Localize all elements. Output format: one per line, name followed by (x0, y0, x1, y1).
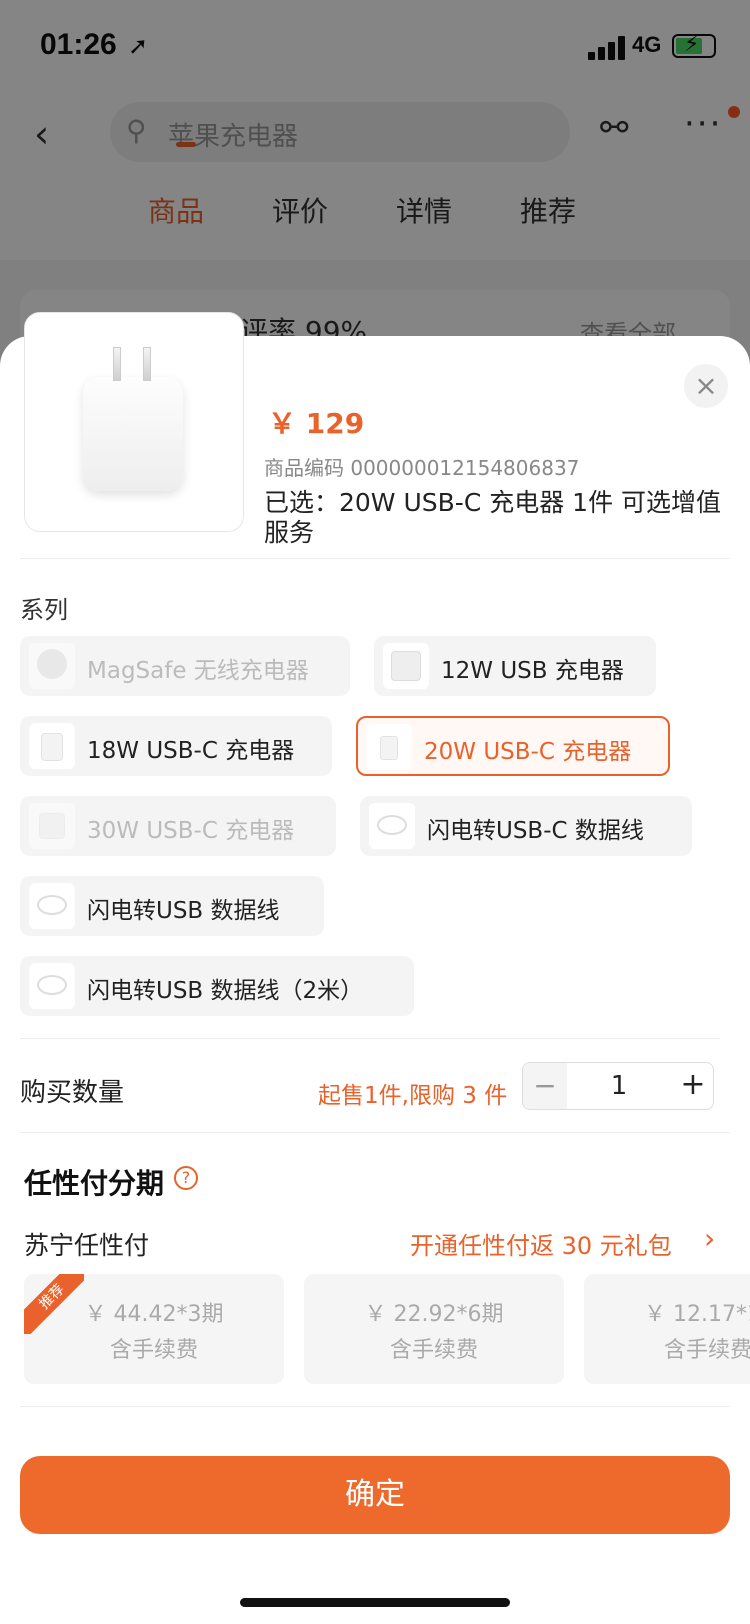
option-label: 闪电转USB 数据线（2米） (87, 978, 364, 1004)
selected-summary[interactable]: 已选：20W USB-C 充电器 1件 可选增值服务 (264, 488, 724, 548)
option-30w[interactable]: 30W USB-C 充电器 (20, 796, 336, 856)
quantity-label: 购买数量 (20, 1078, 125, 1108)
cable-thumb-icon (29, 883, 75, 929)
installment-plan-3[interactable]: 推荐 ￥ 44.42*3期 含手续费 (24, 1274, 284, 1384)
option-label: 18W USB-C 充电器 (87, 738, 295, 764)
plan-amount: ￥ 44.42*3期 (84, 1302, 224, 1327)
charger-image (83, 347, 183, 491)
plan-fee: 含手续费 (109, 1338, 198, 1363)
cable-thumb-icon (29, 963, 75, 1009)
option-label: MagSafe 无线充电器 (87, 658, 309, 684)
decrease-button[interactable]: − (523, 1063, 567, 1109)
series-title: 系列 (20, 596, 68, 624)
option-lightning-usb[interactable]: 闪电转USB 数据线 (20, 876, 324, 936)
charger-thumb-icon (383, 643, 429, 689)
installment-plan-12[interactable]: ￥ 12.17*12期 含手续费 (584, 1274, 750, 1384)
option-18w[interactable]: 18W USB-C 充电器 (20, 716, 332, 776)
quantity-limit: 起售1件,限购 3 件 (318, 1083, 508, 1109)
option-lightning-usb-2m[interactable]: 闪电转USB 数据线（2米） (20, 956, 414, 1016)
divider (20, 1406, 730, 1407)
divider (20, 1132, 730, 1133)
plan-amount: ￥ 22.92*6期 (364, 1302, 504, 1327)
installment-title: 任性付分期 (24, 1167, 165, 1200)
installment-plan-6[interactable]: ￥ 22.92*6期 含手续费 (304, 1274, 564, 1384)
installment-provider: 苏宁任性付 (24, 1231, 150, 1260)
option-label: 30W USB-C 充电器 (87, 818, 295, 844)
option-12w[interactable]: 12W USB 充电器 (374, 636, 656, 696)
option-label: 闪电转USB 数据线 (87, 898, 280, 924)
plan-amount: ￥ 12.17*12期 (644, 1302, 750, 1327)
product-price: ￥ 129 (268, 407, 365, 440)
confirm-button[interactable]: 确定 (20, 1456, 730, 1534)
plan-fee: 含手续费 (664, 1338, 750, 1363)
option-20w[interactable]: 20W USB-C 充电器 (356, 716, 670, 776)
quantity-stepper: − 1 + (522, 1062, 714, 1110)
charger-thumb-icon (366, 724, 412, 770)
option-magsafe[interactable]: MagSafe 无线充电器 (20, 636, 350, 696)
option-label: 闪电转USB-C 数据线 (427, 818, 644, 844)
divider (20, 558, 730, 559)
product-code: 商品编码 000000012154806837 (264, 456, 580, 480)
divider (20, 1038, 720, 1039)
charger-thumb-icon (29, 803, 75, 849)
plan-fee: 含手续费 (389, 1338, 478, 1363)
home-indicator[interactable] (240, 1598, 510, 1607)
increase-button[interactable]: + (671, 1063, 715, 1109)
quantity-value[interactable]: 1 (567, 1063, 671, 1109)
magsafe-thumb-icon (29, 643, 75, 689)
charger-thumb-icon (29, 723, 75, 769)
chevron-right-icon[interactable]: › (704, 1222, 715, 1255)
help-icon[interactable]: ? (174, 1166, 198, 1190)
product-image (24, 312, 244, 532)
option-label: 12W USB 充电器 (441, 658, 624, 684)
option-label: 20W USB-C 充电器 (424, 739, 632, 765)
cable-thumb-icon (369, 803, 415, 849)
installment-promo[interactable]: 开通任性付返 30 元礼包 (410, 1226, 672, 1261)
close-icon[interactable]: × (684, 364, 728, 408)
option-lightning-usbc[interactable]: 闪电转USB-C 数据线 (360, 796, 692, 856)
